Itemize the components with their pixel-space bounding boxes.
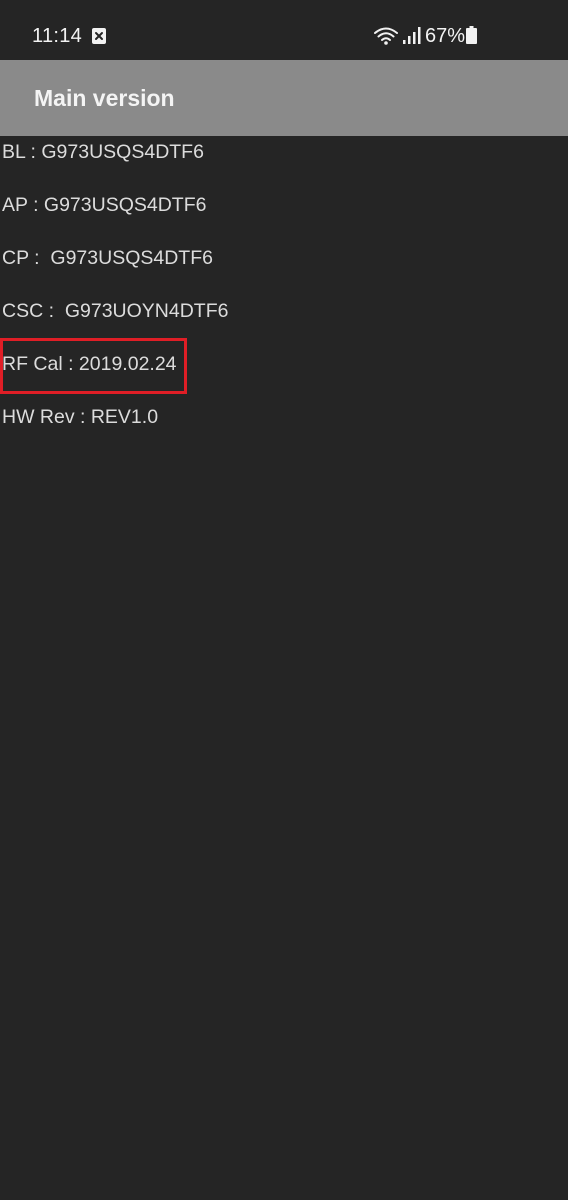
battery-icon [466,26,477,44]
notification-icon [92,28,106,44]
ap-version: AP : G973USQS4DTF6 [2,194,207,216]
page-title: Main version [34,85,175,111]
status-bar: 11:14 67% [0,0,568,60]
wifi-icon [374,27,398,45]
hw-revision: HW Rev : REV1.0 [2,406,159,428]
app-bar: Main version [0,60,568,136]
signal-icon [403,27,421,44]
rf-cal-highlight-box [0,338,187,394]
cp-version: CP : G973USQS4DTF6 [2,247,213,269]
battery-percent: 67% [425,25,466,47]
status-time: 11:14 [32,25,83,47]
bl-version: BL : G973USQS4DTF6 [2,141,204,163]
csc-version: CSC : G973UOYN4DTF6 [2,300,229,322]
